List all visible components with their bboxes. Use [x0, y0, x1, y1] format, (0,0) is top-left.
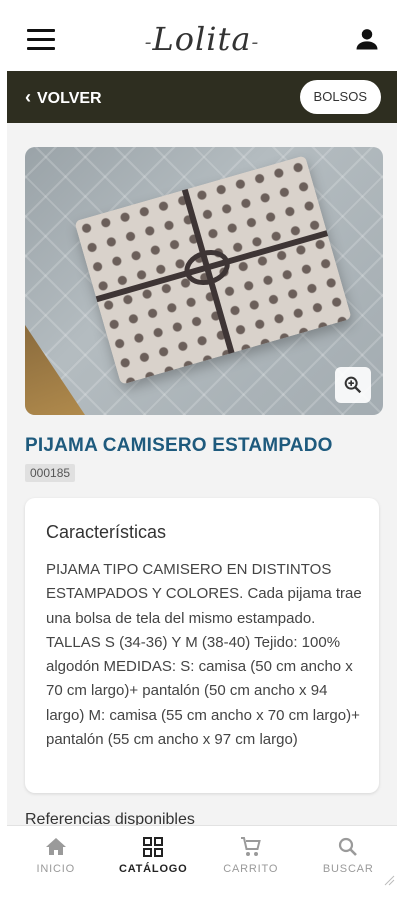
nav-item-inicio[interactable]: INICIO: [7, 826, 105, 887]
nav-item-carrito[interactable]: CARRITO: [202, 826, 300, 887]
app-frame: -Lolita- ‹ VOLVER BOLSOS PIJAMA CAMISERO …: [7, 7, 397, 887]
category-chip[interactable]: BOLSOS: [299, 80, 381, 114]
cart-icon: [240, 837, 261, 856]
product-detail: PIJAMA CAMISERO ESTAMPADO 000185 Caracte…: [7, 123, 397, 825]
nav-label: CARRITO: [223, 863, 279, 875]
home-icon: [45, 838, 66, 855]
references-heading: Referencias disponibles: [25, 811, 195, 825]
brand-logo[interactable]: -Lolita-: [127, 15, 277, 65]
hamburger-menu-icon[interactable]: [27, 29, 55, 51]
product-description: PIJAMA TIPO CAMISERO EN DISTINTOS ESTAMP…: [46, 561, 362, 749]
product-title: PIJAMA CAMISERO ESTAMPADO: [25, 435, 333, 456]
sub-header-bar: ‹ VOLVER BOLSOS: [7, 71, 397, 123]
nav-label: CATÁLOGO: [118, 863, 188, 875]
back-button[interactable]: ‹ VOLVER: [25, 71, 102, 123]
bottom-navigation: INICIO CATÁLOGO CARRITO BUSCAR: [7, 825, 397, 887]
logo-text: Lolita: [152, 20, 252, 58]
nav-item-catalogo[interactable]: CATÁLOGO: [105, 826, 203, 887]
product-image[interactable]: [25, 147, 383, 415]
chevron-left-icon: ‹: [25, 87, 31, 107]
zoom-in-icon[interactable]: [335, 367, 371, 403]
printed-bag-illustration: [74, 155, 352, 385]
features-card: Características PIJAMA TIPO CAMISERO EN …: [25, 498, 379, 793]
resize-handle-icon[interactable]: [383, 874, 395, 886]
user-icon[interactable]: [353, 25, 381, 53]
top-bar: -Lolita-: [7, 7, 397, 71]
image-background-detail: [25, 325, 85, 415]
search-icon: [339, 837, 358, 856]
product-sku-badge: 000185: [25, 464, 76, 482]
grid-icon: [143, 837, 164, 857]
features-heading: Características: [46, 522, 167, 542]
back-label: VOLVER: [37, 90, 102, 107]
nav-label: INICIO: [36, 863, 75, 875]
